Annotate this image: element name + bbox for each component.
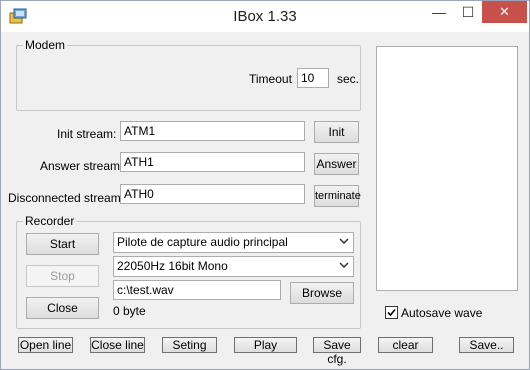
chevron-down-icon	[339, 262, 349, 269]
answer-stream-input[interactable]: ATH1	[120, 152, 305, 172]
wav-file-path-input[interactable]: c:\test.wav	[113, 280, 281, 300]
timeout-label: Timeout	[249, 72, 292, 86]
stop-button: Stop	[26, 265, 99, 287]
autosave-label: Autosave wave	[401, 306, 483, 320]
disconnected-stream-input[interactable]: ATH0	[120, 184, 305, 204]
save-button[interactable]: Save..	[459, 337, 514, 353]
maximize-button[interactable]: ☐	[453, 1, 483, 23]
chevron-down-icon	[339, 238, 349, 245]
browse-button[interactable]: Browse	[290, 282, 354, 304]
log-listbox[interactable]	[376, 46, 518, 291]
terminate-button[interactable]: terminate	[314, 185, 361, 207]
close-line-button[interactable]: Close line	[90, 337, 145, 353]
audio-device-value: Pilote de capture audio principal	[117, 235, 288, 249]
recorder-close-button[interactable]: Close	[26, 297, 99, 319]
close-window-button[interactable]: ✕	[482, 1, 527, 23]
start-button[interactable]: Start	[26, 233, 99, 255]
open-line-button[interactable]: Open line	[18, 337, 73, 353]
file-size-label: 0 byte	[113, 304, 146, 318]
save-cfg-button[interactable]: Save cfg.	[313, 337, 361, 366]
recorder-legend: Recorder	[23, 214, 77, 228]
modem-legend: Modem	[23, 38, 68, 52]
clear-button[interactable]: clear	[378, 337, 433, 353]
minimize-button[interactable]: —	[424, 1, 454, 23]
seting-button[interactable]: Seting	[162, 337, 217, 353]
timeout-input[interactable]: 10	[297, 68, 329, 88]
answer-button[interactable]: Answer	[314, 153, 359, 175]
init-stream-label: Init stream:	[57, 127, 117, 141]
audio-device-select[interactable]: Pilote de capture audio principal	[113, 232, 354, 253]
init-button[interactable]: Init	[314, 121, 359, 143]
play-button[interactable]: Play	[234, 337, 297, 353]
autosave-checkbox[interactable]	[385, 306, 398, 319]
checkmark-icon	[387, 308, 396, 317]
timeout-unit: sec.	[337, 72, 360, 86]
main-window: IBox 1.33 — ☐ ✕ Modem Timeout 10 sec. In…	[0, 0, 530, 370]
init-stream-input[interactable]: ATM1	[120, 121, 305, 141]
audio-format-value: 22050Hz 16bit Mono	[117, 259, 228, 273]
title-bar: IBox 1.33 — ☐ ✕	[1, 1, 529, 32]
answer-stream-label: Answer stream:	[40, 159, 124, 173]
disconnected-stream-label: Disconnected stream:	[8, 191, 125, 205]
audio-format-select[interactable]: 22050Hz 16bit Mono	[113, 256, 354, 277]
